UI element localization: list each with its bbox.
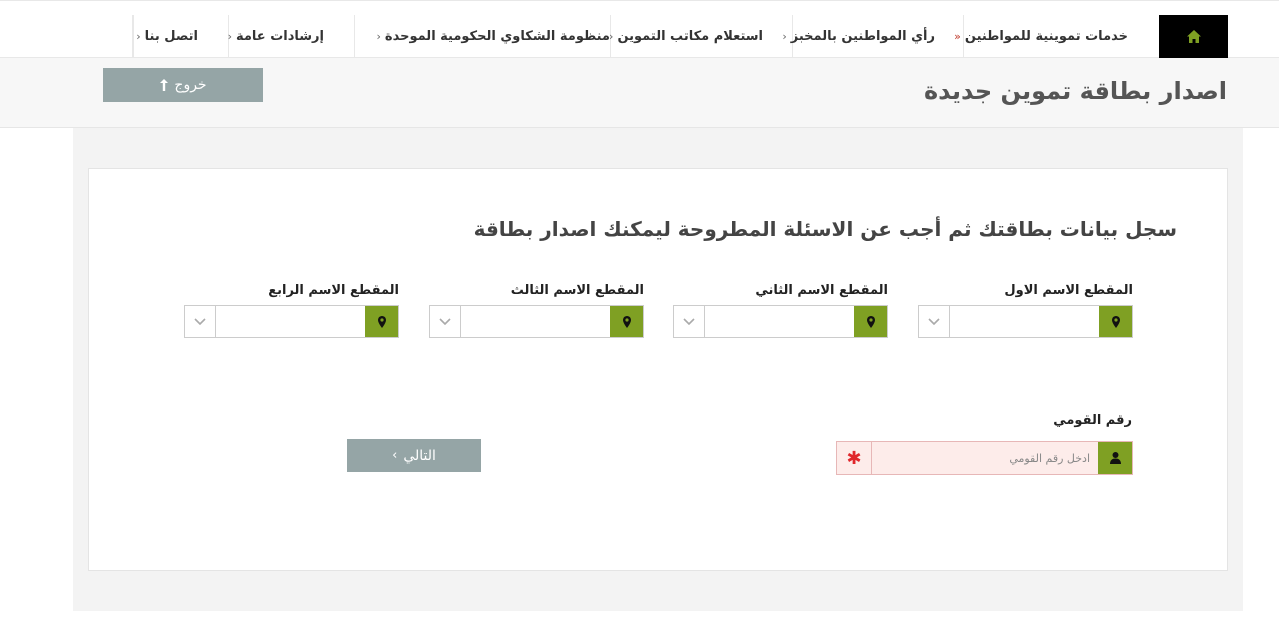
upload-arrow-icon — [160, 79, 169, 91]
chevron-left-icon: › — [376, 30, 381, 43]
name-part-2-label: المقطع الاسم الثاني — [755, 283, 888, 298]
nav-item-offices-inquiry[interactable]: استعلام مكاتب التموين › — [609, 15, 792, 58]
nav-item-label: خدمات تموينية للمواطنين — [964, 29, 1128, 44]
name-part-1-label: المقطع الاسم الاول — [1004, 283, 1133, 298]
next-button[interactable]: التالي › — [347, 439, 481, 472]
name-part-3-label: المقطع الاسم الثالث — [510, 283, 644, 298]
name-part-4-select[interactable] — [184, 305, 399, 338]
name-part-3-field: المقطع الاسم الثالث — [429, 283, 644, 338]
national-id-input[interactable] — [872, 442, 1098, 474]
nav-item-general-guidance[interactable]: إرشادات عامة › — [228, 15, 354, 58]
page-title: اصدار بطاقة تموين جديدة — [923, 77, 1227, 105]
chevron-down-icon — [430, 306, 461, 337]
logout-label: خروج — [174, 77, 207, 93]
name-part-1-field: المقطع الاسم الاول — [918, 283, 1133, 338]
map-marker-icon — [365, 306, 398, 337]
name-part-3-select[interactable] — [429, 305, 644, 338]
chevron-left-icon: › — [609, 30, 614, 43]
nav-item-bakery-opinion[interactable]: رأي المواطنين بالمخبز › — [782, 15, 963, 58]
chevron-down-icon — [185, 306, 216, 337]
home-icon — [1186, 30, 1201, 43]
next-label: التالي — [403, 447, 436, 464]
chevron-left-icon: › — [782, 30, 787, 43]
required-asterisk-icon: ✱ — [837, 442, 872, 474]
chevron-down-icon — [919, 306, 950, 337]
logout-button[interactable]: خروج — [103, 68, 263, 102]
nav-item-contact-us[interactable]: اتصل بنا › — [133, 15, 228, 58]
double-chevron-down-icon: » — [954, 30, 961, 43]
chevron-left-icon: › — [227, 30, 232, 43]
title-bar: اصدار بطاقة تموين جديدة خروج — [0, 58, 1279, 128]
form-card: سجل بيانات بطاقتك ثم أجب عن الاسئلة المط… — [88, 168, 1228, 571]
name-part-4-label: المقطع الاسم الرابع — [268, 283, 399, 298]
user-icon — [1098, 442, 1132, 474]
nav-item-complaints-system[interactable]: منظومة الشكاوي الحكومية الموحدة › — [354, 15, 610, 58]
name-part-1-select[interactable] — [918, 305, 1133, 338]
nav-item-citizen-services[interactable]: خدمات تموينية للمواطنين » — [954, 15, 1159, 58]
name-part-4-field: المقطع الاسم الرابع — [184, 283, 399, 338]
top-navigation: خدمات تموينية للمواطنين » رأي المواطنين … — [0, 0, 1279, 58]
nav-item-label: رأي المواطنين بالمخبز — [790, 29, 935, 44]
content-area: سجل بيانات بطاقتك ثم أجب عن الاسئلة المط… — [73, 128, 1243, 611]
map-marker-icon — [1099, 306, 1132, 337]
national-id-label: رقم القومي — [1053, 413, 1132, 428]
name-part-2-select[interactable] — [673, 305, 888, 338]
nav-menu: خدمات تموينية للمواطنين » رأي المواطنين … — [132, 15, 1159, 58]
home-button[interactable] — [1159, 15, 1228, 58]
chevron-left-icon: › — [392, 448, 398, 463]
national-id-group: ✱ — [836, 441, 1133, 475]
form-intro: سجل بيانات بطاقتك ثم أجب عن الاسئلة المط… — [473, 217, 1177, 241]
map-marker-icon — [610, 306, 643, 337]
name-part-2-field: المقطع الاسم الثاني — [673, 283, 888, 338]
chevron-left-icon: › — [136, 30, 141, 43]
map-marker-icon — [854, 306, 887, 337]
nav-item-label: اتصل بنا — [144, 29, 198, 44]
chevron-down-icon — [674, 306, 705, 337]
nav-item-label: استعلام مكاتب التموين — [617, 29, 763, 44]
nav-item-label: منظومة الشكاوي الحكومية الموحدة — [384, 29, 610, 44]
nav-item-label: إرشادات عامة — [235, 29, 324, 44]
